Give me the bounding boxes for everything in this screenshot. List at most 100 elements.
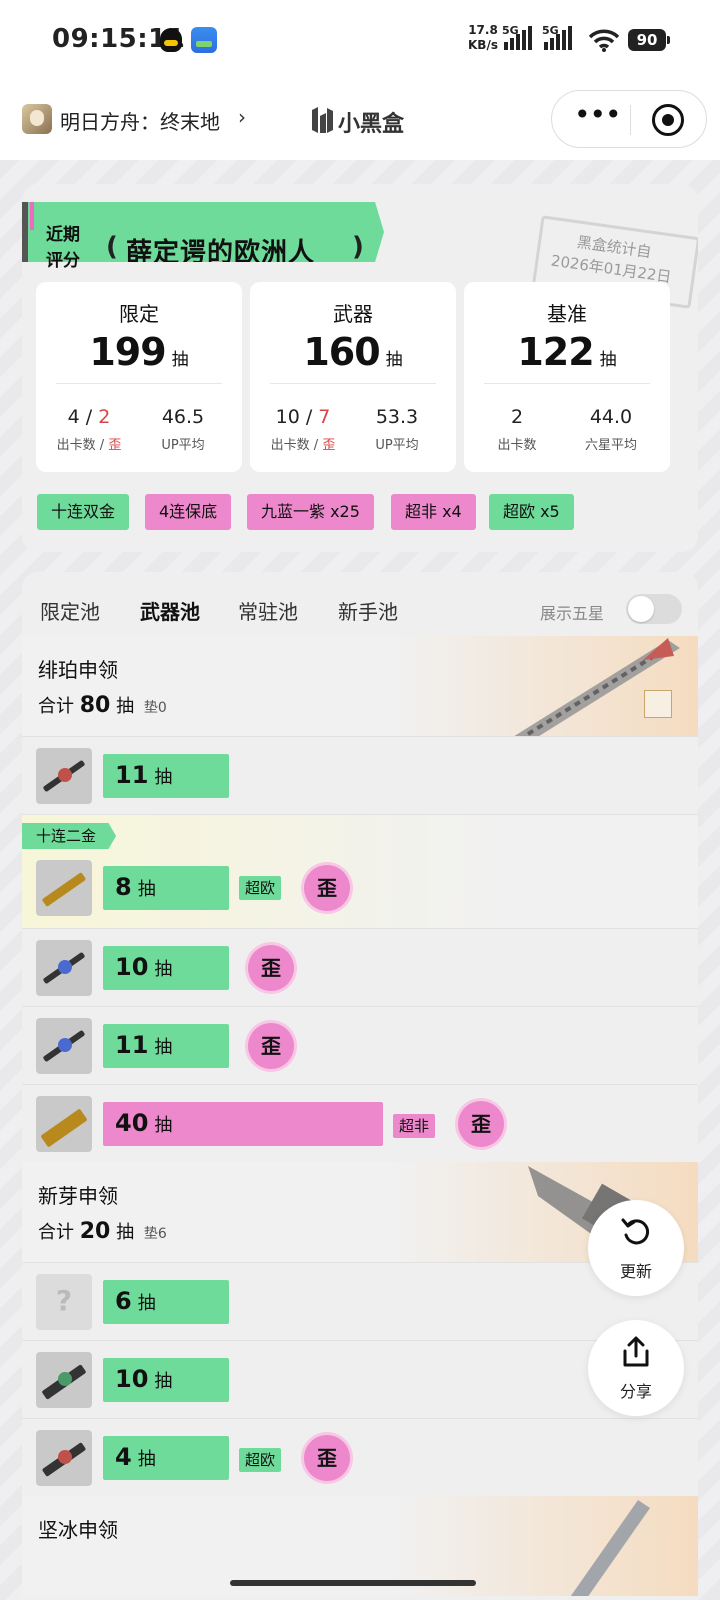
pool-pity: 垫0: [143, 700, 167, 716]
stat-card-standard: 基准 122 抽 2 出卡数 44.0 六星平均: [464, 282, 670, 472]
capsule-divider: [630, 105, 631, 135]
laurel-left-icon: (: [106, 232, 118, 262]
pool-name: 绯珀申领: [38, 658, 118, 682]
weapon-icon: [36, 1096, 92, 1152]
pull-row: 11 抽 歪: [22, 1006, 698, 1084]
pull-count: 11: [115, 761, 149, 789]
average-key: 六星平均: [584, 438, 637, 453]
wai-badge: 歪: [304, 865, 350, 911]
stat-count-unit: 抽: [171, 350, 189, 370]
pool-pity: 垫6: [143, 1226, 167, 1242]
pull-row: 4抽 超欧 歪: [22, 1418, 698, 1496]
rating-title: 薛定谔的欧洲人: [126, 238, 316, 268]
game-avatar[interactable]: [22, 104, 52, 134]
stat-count-value: 122: [517, 330, 594, 374]
average-key: UP平均: [375, 438, 419, 453]
rating-label: 近期 评分: [46, 222, 80, 274]
stat-card-limited: 限定 199 抽 4 / 2 出卡数 / 歪 46.5 UP平均: [36, 282, 242, 472]
tab-weapon-pool[interactable]: 武器池: [140, 596, 200, 625]
pull-count-bar: 4抽: [103, 1436, 229, 1480]
pull-unit: 抽: [137, 1293, 156, 1314]
luck-badge: 超欧: [239, 876, 282, 900]
luck-badge: 超非: [393, 1114, 436, 1138]
signal-icon: 5G: [502, 24, 536, 52]
cards-sep: /: [299, 406, 319, 428]
weapon-icon: [36, 860, 92, 916]
pull-count-bar: 40 抽: [103, 1102, 383, 1146]
wai-value: 2: [98, 406, 111, 428]
rating-label-tag: 近期 评分: [22, 202, 86, 271]
rating-banner: ( 薛定谔的欧洲人 ): [86, 202, 384, 262]
qq-icon: [160, 28, 182, 52]
pull-count: 40: [115, 1109, 149, 1137]
refresh-button[interactable]: 更新: [588, 1200, 684, 1296]
average-value: 53.3: [375, 406, 419, 428]
tab-beginner-pool[interactable]: 新手池: [338, 596, 398, 625]
home-indicator[interactable]: [230, 1580, 476, 1586]
pull-count: 11: [115, 1031, 149, 1059]
more-icon[interactable]: •••: [574, 101, 622, 133]
pull-row: 11 抽: [22, 736, 698, 814]
pull-count-bar: 10 抽: [103, 946, 229, 990]
pull-count: 10: [115, 953, 149, 981]
pull-count-bar: 11 抽: [103, 1024, 229, 1068]
pool-header[interactable]: 绯珀申领 合计 80 抽 垫0: [22, 636, 698, 736]
stat-sub-cards: 10 / 7 出卡数 / 歪: [258, 406, 348, 453]
share-icon: [623, 1336, 649, 1367]
pull-unit: 抽: [154, 1037, 173, 1058]
xiaoheihe-logo-icon: [312, 107, 333, 133]
rating-label-line-1: 近期: [46, 225, 80, 245]
pull-count: 10: [115, 1365, 149, 1393]
cards-key: 出卡数 /: [56, 438, 109, 453]
share-button[interactable]: 分享: [588, 1320, 684, 1416]
tab-standard-pool[interactable]: 常驻池: [238, 596, 298, 625]
net-speed: 17.8 KB/s: [468, 23, 498, 53]
laurel-right-icon: ): [352, 232, 364, 262]
stat-sub-cards: 2 出卡数: [472, 406, 562, 453]
pull-count: 8: [115, 873, 132, 901]
pull-row: 10 抽 歪: [22, 928, 698, 1006]
pull-count-bar: 8抽: [103, 866, 229, 910]
stat-sub-average: 53.3 UP平均: [352, 406, 442, 453]
battery-icon: 90: [628, 29, 670, 51]
pull-unit: 抽: [154, 1371, 173, 1392]
pull-unit: 抽: [154, 959, 173, 980]
cards-sep: /: [79, 406, 99, 428]
wai-badge: 歪: [304, 1435, 350, 1481]
pull-unit: 抽: [154, 1115, 173, 1136]
average-value: 44.0: [589, 406, 633, 428]
tab-limited-pool[interactable]: 限定池: [40, 596, 100, 625]
game-name-link[interactable]: 明日方舟：终末地: [60, 106, 220, 135]
tag-item: 4连保底: [145, 494, 232, 530]
average-value: 46.5: [161, 406, 205, 428]
stat-card-weapon: 武器 160 抽 10 / 7 出卡数 / 歪 53.3 UP平均: [250, 282, 456, 472]
pull-count-bar: 6抽: [103, 1280, 229, 1324]
stat-sub-average: 46.5 UP平均: [138, 406, 228, 453]
pull-row: 十连二金 8抽 超欧 歪: [22, 814, 698, 928]
close-icon[interactable]: [652, 104, 684, 136]
stat-count: 122 抽: [464, 330, 670, 374]
weapon-icon: [36, 1352, 92, 1408]
pool-total: 合计 80 抽 垫0: [38, 692, 167, 718]
wai-key: 歪: [108, 438, 122, 453]
unknown-item-icon: ?: [36, 1274, 92, 1330]
stat-count: 160 抽: [250, 330, 456, 374]
share-label: 分享: [619, 1382, 652, 1401]
wai-badge: 歪: [458, 1101, 504, 1147]
pull-unit: 抽: [154, 767, 173, 788]
cards-key: 出卡数 /: [270, 438, 323, 453]
chevron-right-icon[interactable]: ›: [238, 105, 246, 129]
rating-label-line-2: 评分: [46, 251, 80, 271]
weapon-icon: [36, 1018, 92, 1074]
stat-name: 武器: [333, 302, 373, 326]
cards-value: 2: [510, 406, 524, 428]
stat-count-value: 160: [303, 330, 380, 374]
pool-total-unit: 抽: [116, 696, 135, 717]
show-five-star-toggle[interactable]: [626, 594, 682, 624]
stat-count-value: 199: [89, 330, 166, 374]
app-header: 明日方舟：终末地 › 小黑盒 •••: [0, 80, 720, 160]
luck-badge: 超欧: [239, 1448, 282, 1472]
stat-divider: [56, 383, 222, 384]
stat-sub-average: 44.0 六星平均: [566, 406, 656, 453]
refresh-label: 更新: [619, 1262, 652, 1281]
